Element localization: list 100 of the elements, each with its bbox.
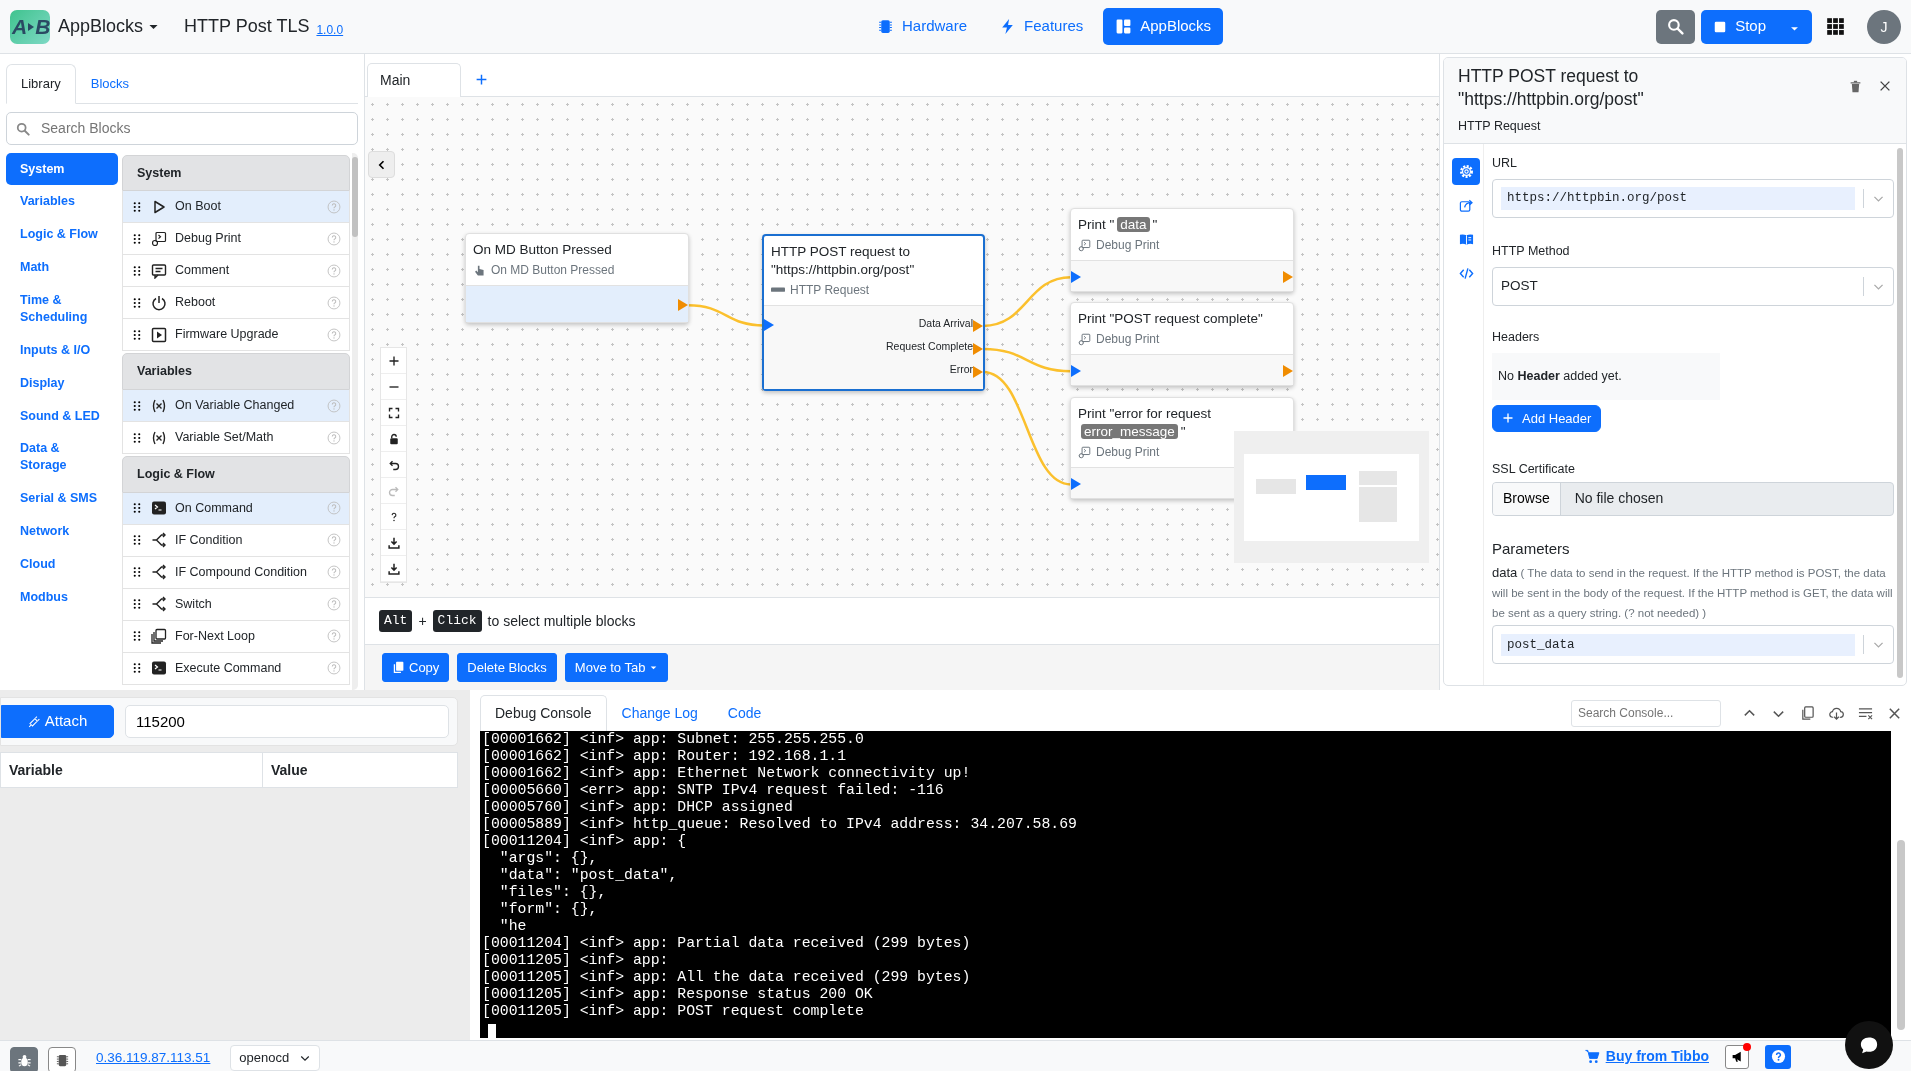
close-icon[interactable] [1887,706,1902,722]
category-item[interactable]: Network [6,515,118,548]
block-item[interactable]: Reboot [122,287,350,320]
search-field[interactable]: Search Blocks [6,111,358,145]
user-avatar[interactable]: J [1867,9,1901,44]
console-tab[interactable]: Debug Console [480,695,607,731]
group-header: Variables [122,353,350,390]
block-item[interactable]: IF Condition [122,524,350,557]
help-icon [327,199,341,214]
help-icon [327,327,341,342]
block-item[interactable]: Comment [122,255,350,288]
move-to-tab-dropdown[interactable]: Move to Tab [564,652,669,683]
copy-icon[interactable] [1800,706,1815,722]
copy-button[interactable]: Copy [382,652,450,683]
delete-button[interactable]: Delete Blocks [457,652,557,683]
block-item[interactable]: Execute Command [122,652,350,685]
target-select[interactable]: openocd [230,1045,321,1071]
announcements-button[interactable] [1725,1044,1749,1069]
block-item[interactable]: IF Compound Condition [122,556,350,589]
attach-button[interactable]: Attach [1,705,114,738]
tool-button[interactable] [10,1047,38,1071]
block-item[interactable]: Variable Set/Math [122,422,350,454]
nav-tab[interactable]: Hardware [865,8,980,45]
search-button[interactable] [1656,9,1696,44]
block-item[interactable]: Debug Print [122,223,350,256]
add-tab-icon[interactable] [475,73,489,86]
block-item[interactable]: Switch [122,588,350,621]
print-block[interactable]: Print "POST request complete" Debug Print [1070,302,1294,387]
console-tab[interactable]: Code [712,695,777,731]
field-label: URL [1492,155,1518,173]
buy-link[interactable]: Buy from Tibbo [1584,1046,1709,1067]
browse-button[interactable]: Browse [1493,482,1561,515]
scrollbar[interactable] [1897,148,1903,679]
baud-rate-field[interactable]: 115200 [125,705,449,738]
file-field[interactable]: Browse No file chosen [1492,481,1894,516]
nav-tab[interactable]: Features [987,8,1096,45]
print-block[interactable]: Print " data " Debug Print [1070,208,1294,293]
library-tab[interactable]: Library [6,64,76,104]
block-item[interactable]: Firmware Upgrade [122,319,350,352]
console-search-field[interactable]: Search Console... [1571,699,1721,727]
category-item[interactable]: Data & Storage [6,432,118,483]
gear-icon [1458,164,1474,180]
drag-handle-icon [131,200,143,213]
category-item[interactable]: Display [6,366,118,400]
category-item[interactable]: Inputs & I/O [6,333,118,367]
collapse-button[interactable] [368,151,395,178]
scrollbar[interactable] [352,156,358,237]
category-item[interactable]: Variables [6,185,118,219]
method-select[interactable]: POST [1492,266,1894,306]
app-menu[interactable]: AppBlocks [50,13,161,40]
help-button[interactable] [1765,1044,1791,1069]
terminal-icon [151,500,167,517]
category-item[interactable]: Time & Scheduling [6,284,118,334]
block-item[interactable]: On Command [122,492,350,525]
block-type-label: Debug Print [1096,331,1160,349]
chat-icon [1859,1035,1879,1055]
category-item[interactable]: Modbus [6,580,118,614]
category-item[interactable]: Math [6,251,118,284]
scrollbar[interactable] [1897,840,1905,1030]
console-tab[interactable]: Change Log [606,695,713,731]
block-type-label: Debug Print [1096,237,1160,255]
side-tab[interactable] [1452,158,1480,186]
tool-button[interactable] [48,1047,76,1071]
block-item[interactable]: On Variable Changed [122,390,350,422]
canvas-tab[interactable]: Main [367,63,462,97]
request-block[interactable]: HTTP POST request to "https://httpbin.org/post" HTTP Request Data Arrival Request Complete Error [762,234,985,392]
category-item[interactable]: Logic & Flow [6,218,118,252]
input-port[interactable] [1071,365,1081,378]
branch-icon [151,564,167,581]
nav-tab[interactable]: AppBlocks [1103,8,1224,45]
output-label: Data Arrival [918,317,973,330]
category-item[interactable]: System [6,152,118,186]
stop-button[interactable]: Stop [1701,9,1778,44]
category-item[interactable]: Sound & LED [6,399,118,433]
dropdown-toggle[interactable] [1777,9,1812,44]
version-link[interactable]: 1.0.0 [316,20,344,39]
chat-button[interactable] [1845,1021,1893,1069]
add-header-button[interactable]: Add Header [1492,404,1602,432]
block-item[interactable]: For-Next Loop [122,620,350,653]
block-item[interactable]: On Boot [122,191,350,224]
apps-grid-icon[interactable] [1826,17,1845,36]
debug-print-icon [151,230,167,247]
event-block[interactable]: On MD Button Pressed On MD Button Pressed [465,233,689,324]
category-item[interactable]: Serial & SMS [6,482,118,515]
chip-icon [877,18,894,35]
input-port[interactable] [1071,271,1081,284]
help-icon [327,398,341,413]
clear-lines-icon[interactable] [1858,706,1873,722]
input-port[interactable] [1071,478,1081,491]
console-line: "he [498,918,528,935]
trash-icon[interactable] [1849,79,1862,93]
input-port[interactable] [764,319,774,332]
url-field[interactable]: https://httpbin.org/post [1492,179,1894,218]
device-address-link[interactable]: 0.36.119.87.113.51 [96,1048,211,1069]
drag-handle-icon [131,598,143,611]
close-icon[interactable] [1878,79,1892,93]
category-item[interactable]: Cloud [6,547,118,581]
cloud-download-icon[interactable] [1829,706,1844,722]
library-tab[interactable]: Blocks [75,64,145,104]
parameter-field[interactable]: post_data [1492,625,1894,665]
